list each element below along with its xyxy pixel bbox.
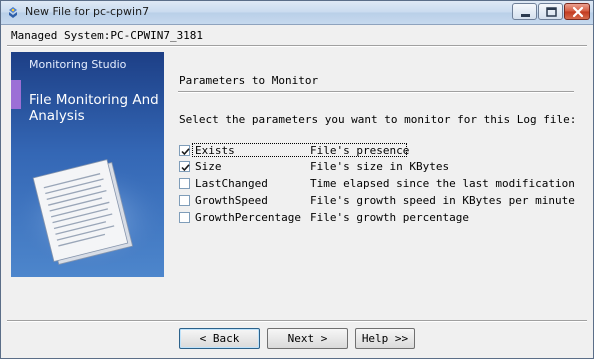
parameter-description: File's size in KBytes (310, 160, 450, 173)
managed-system-label: Managed System:PC-CPWIN7_3181 (11, 29, 204, 42)
parameter-checkbox[interactable] (179, 195, 190, 206)
maximize-button[interactable] (538, 3, 563, 20)
banner-accent-stripe (11, 80, 21, 109)
close-button[interactable] (564, 3, 590, 20)
parameter-description: File's growth speed in KBytes per minute (310, 194, 575, 207)
parameter-description: File's presence (310, 144, 410, 157)
instruction-text: Select the parameters you want to monito… (179, 113, 577, 126)
parameter-checkbox[interactable] (179, 145, 190, 156)
dialog-window: New File for pc-cpwin7 Managed System:PC… (0, 0, 594, 359)
parameter-row[interactable]: GrowthSpeed File's growth speed in KBytes… (179, 193, 575, 209)
next-button[interactable]: Next > (267, 328, 348, 349)
parameter-row[interactable]: Exists File's presence (179, 143, 571, 159)
parameter-description: File's growth percentage (310, 211, 469, 224)
parameter-name: LastChanged (195, 177, 268, 190)
window-title: New File for pc-cpwin7 (25, 5, 150, 18)
parameter-name: GrowthPercentage (195, 211, 301, 224)
parameter-name: Exists (195, 144, 235, 157)
minimize-icon (521, 14, 530, 17)
minimize-button[interactable] (512, 3, 537, 20)
footer-divider (7, 320, 587, 322)
document-illustration (17, 159, 161, 266)
close-icon (572, 6, 584, 18)
parameter-row[interactable]: Size File's size in KBytes (179, 159, 571, 175)
banner-brand: Monitoring Studio (29, 58, 127, 71)
parameter-checkbox[interactable] (179, 212, 190, 223)
help-button[interactable]: Help >> (355, 328, 415, 349)
dialog-content: Managed System:PC-CPWIN7_3181 Monitoring… (1, 25, 593, 358)
parameter-checkbox[interactable] (179, 178, 190, 189)
app-icon[interactable] (6, 5, 20, 19)
parameter-row[interactable]: LastChanged Time elapsed since the last m… (179, 176, 575, 192)
header-divider (7, 45, 587, 47)
section-title: Parameters to Monitor (179, 74, 319, 87)
product-banner: Monitoring Studio File Monitoring And An… (11, 52, 164, 277)
back-button[interactable]: < Back (179, 328, 260, 349)
checkmark-icon (181, 148, 190, 156)
title-bar[interactable]: New File for pc-cpwin7 (1, 1, 593, 25)
parameter-description: Time elapsed since the last modification (310, 177, 575, 190)
checkmark-icon (181, 164, 190, 172)
section-divider (178, 91, 574, 93)
parameter-name: Size (195, 160, 222, 173)
parameter-name: GrowthSpeed (195, 194, 268, 207)
parameter-row[interactable]: GrowthPercentage File's growth percentage (179, 210, 571, 226)
maximize-icon (546, 7, 557, 17)
parameter-checkbox[interactable] (179, 161, 190, 172)
banner-title: File Monitoring And Analysis (29, 92, 159, 124)
